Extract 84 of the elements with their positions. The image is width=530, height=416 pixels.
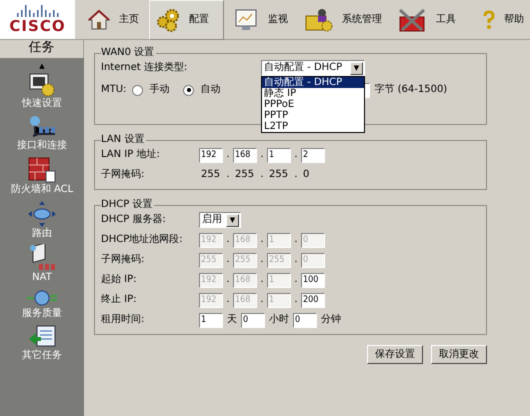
sidebar-item[interactable]: 路由 bbox=[32, 228, 52, 240]
help-icon bbox=[482, 10, 496, 30]
dropdown-option[interactable]: 静态 IP bbox=[262, 88, 364, 99]
radio-label: 手动 bbox=[149, 84, 170, 96]
dot-separator: . bbox=[225, 234, 231, 246]
octet-field[interactable]: 168 bbox=[233, 148, 257, 162]
dot-separator: . bbox=[225, 149, 231, 161]
nav-tab[interactable]: 配置 bbox=[149, 0, 224, 40]
dot-separator: . bbox=[259, 274, 265, 286]
field-label: 终止 IP: bbox=[101, 294, 138, 306]
sidebar-item[interactable]: 接口和连接 bbox=[17, 140, 67, 152]
action-button[interactable]: 保存设置 bbox=[367, 345, 423, 364]
field-label: 子网掩码: bbox=[101, 254, 146, 266]
radio-label: 自动 bbox=[200, 84, 220, 96]
sidebar-item[interactable]: NAT bbox=[32, 272, 52, 284]
sidebar-title: 任务 bbox=[0, 40, 84, 58]
field-label: 起始 IP: bbox=[101, 274, 138, 286]
dot-separator: . bbox=[293, 234, 299, 246]
dot-separator: . bbox=[293, 169, 299, 181]
subnet-mask-value: 255 bbox=[234, 169, 256, 181]
dot-separator: . bbox=[259, 169, 265, 181]
dot-separator: . bbox=[225, 274, 231, 286]
nav-tab[interactable]: 主页 bbox=[81, 0, 145, 40]
dropdown-option[interactable]: 自动配置 - DHCP bbox=[262, 77, 364, 88]
dropdown-option[interactable]: L2TP bbox=[262, 121, 364, 132]
field-label: LAN IP 地址: bbox=[101, 149, 161, 161]
field-label: 子网掩码: bbox=[101, 169, 146, 181]
nav-tab[interactable]: 系统管理 bbox=[298, 0, 388, 40]
lease-field[interactable]: 1 bbox=[199, 312, 223, 328]
lease-field[interactable]: 0 bbox=[293, 312, 317, 328]
dot-separator: . bbox=[259, 149, 265, 161]
nat-icon[interactable] bbox=[27, 244, 57, 272]
firewall-icon[interactable] bbox=[27, 156, 57, 184]
unit-label: 小时 bbox=[269, 314, 289, 326]
logo-text: CISCO bbox=[9, 16, 66, 34]
group-title: DHCP 设置 bbox=[101, 200, 154, 210]
action-button[interactable]: 取消更改 bbox=[431, 345, 487, 364]
dot-separator: . bbox=[259, 254, 265, 266]
subnet-mask-value: 0 bbox=[302, 169, 310, 181]
radio-button[interactable] bbox=[183, 84, 194, 96]
admin-icon bbox=[304, 8, 334, 32]
sidebar-item[interactable]: 其它任务 bbox=[22, 350, 62, 362]
group-title: LAN 设置 bbox=[101, 135, 146, 145]
dot-separator: . bbox=[293, 294, 299, 306]
octet-field[interactable]: 200 bbox=[301, 292, 325, 308]
unit-label: 天 bbox=[227, 314, 237, 326]
radio-button[interactable] bbox=[132, 84, 144, 96]
group-title: WAN0 设置 bbox=[101, 48, 156, 58]
unit-label: 分钟 bbox=[321, 314, 341, 326]
nav-tab[interactable]: 工具 bbox=[390, 0, 462, 40]
dot-separator: . bbox=[225, 254, 231, 266]
gears-icon bbox=[155, 8, 181, 32]
logo-bars-icon bbox=[14, 4, 60, 16]
dot-separator: . bbox=[293, 254, 299, 266]
nav-tab[interactable]: 监视 bbox=[228, 0, 294, 40]
field-label: MTU: bbox=[101, 84, 126, 96]
field-label: 租用时间: bbox=[101, 314, 146, 326]
nav-tab[interactable]: 帮助 bbox=[476, 0, 530, 40]
dot-separator: . bbox=[225, 294, 231, 306]
dot-separator: . bbox=[259, 294, 265, 306]
sidebar-item[interactable]: 防火墙和 ACL bbox=[10, 184, 74, 196]
field-label: DHCP 服务器: bbox=[101, 214, 167, 226]
field-label: DHCP地址池网段: bbox=[101, 234, 184, 246]
dot-separator: . bbox=[293, 149, 299, 161]
qos-icon[interactable] bbox=[25, 288, 59, 308]
subnet-mask-value: 255 bbox=[200, 169, 222, 181]
field-label: Internet 连接类型: bbox=[101, 62, 188, 74]
dot-separator: . bbox=[259, 234, 265, 246]
routing-icon[interactable] bbox=[27, 200, 57, 228]
dropdown-option[interactable]: PPPoE bbox=[262, 99, 364, 110]
subnet-mask-value: 255 bbox=[268, 169, 290, 181]
home-icon bbox=[87, 9, 111, 31]
dropdown-option[interactable]: PPTP bbox=[262, 110, 364, 121]
sidebar-item[interactable]: 快速设置 bbox=[22, 98, 62, 110]
octet-field[interactable]: 1 bbox=[267, 148, 291, 162]
sidebar-item[interactable]: 服务质量 bbox=[22, 308, 62, 320]
unit-label: 字节 (64-1500) bbox=[374, 84, 448, 96]
dot-separator: . bbox=[225, 169, 231, 181]
octet-field[interactable]: 100 bbox=[301, 272, 325, 288]
octet-field[interactable]: 2 bbox=[301, 148, 325, 162]
octet-field[interactable]: 192 bbox=[199, 148, 223, 162]
dot-separator: . bbox=[293, 274, 299, 286]
lease-field[interactable]: 0 bbox=[241, 312, 265, 328]
router-setup-icon[interactable] bbox=[28, 72, 56, 98]
